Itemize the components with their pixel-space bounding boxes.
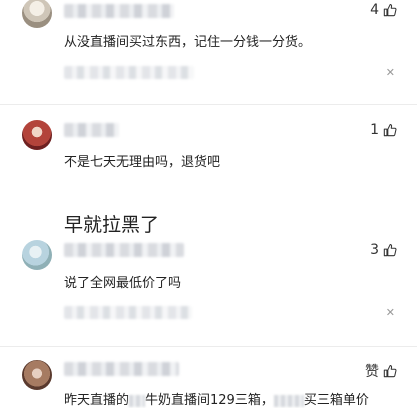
comment-text: 从没直播间买过东西，记住一分钱一分货。 (64, 35, 312, 50)
like-button[interactable]: 1 (370, 122, 397, 138)
username-blurred[interactable] (64, 4, 174, 18)
thumb-up-icon (383, 4, 397, 17)
comment-text: 说了全网最低价了吗 (64, 276, 182, 291)
close-icon[interactable]: ✕ (386, 307, 395, 318)
divider (0, 104, 417, 105)
like-count: 4 (370, 2, 379, 18)
redacted-blur (129, 394, 146, 407)
reply-meta-blurred (64, 306, 192, 319)
comment-item: 1 不是七天无理由吗，退货吧 早就拉黑了 (0, 118, 417, 236)
username-blurred[interactable] (64, 123, 119, 137)
comment-text: 不是七天无理由吗，退货吧 (64, 155, 221, 170)
like-button[interactable]: 赞 (365, 361, 397, 381)
comment-reply-text: 早就拉黑了 (64, 214, 160, 236)
comment-item: 4 从没直播间买过东西，记住一分钱一分货。 ✕ (0, 0, 417, 95)
redacted-blur (273, 394, 304, 407)
like-label: 赞 (365, 364, 379, 380)
comment-text: 昨天直播的 牛奶直播间129三箱， 买三箱单价 (64, 389, 369, 408)
thumb-up-icon (383, 244, 397, 257)
like-count: 1 (370, 122, 379, 138)
comment-item: 赞 昨天直播的 牛奶直播间129三箱， 买三箱单价 (0, 358, 417, 408)
like-count: 3 (370, 242, 379, 258)
username-blurred[interactable] (64, 243, 184, 257)
like-button[interactable]: 3 (370, 242, 397, 258)
thumb-up-icon (383, 124, 397, 137)
close-icon[interactable]: ✕ (386, 67, 395, 78)
comment-item: 3 说了全网最低价了吗 ✕ (0, 240, 417, 350)
avatar[interactable] (22, 0, 52, 28)
divider (0, 346, 417, 347)
username-blurred[interactable] (64, 362, 179, 376)
avatar[interactable] (22, 240, 52, 270)
reply-meta-blurred (64, 66, 194, 79)
thumb-up-icon (383, 365, 397, 378)
like-button[interactable]: 4 (370, 2, 397, 18)
avatar[interactable] (22, 360, 52, 390)
avatar[interactable] (22, 120, 52, 150)
